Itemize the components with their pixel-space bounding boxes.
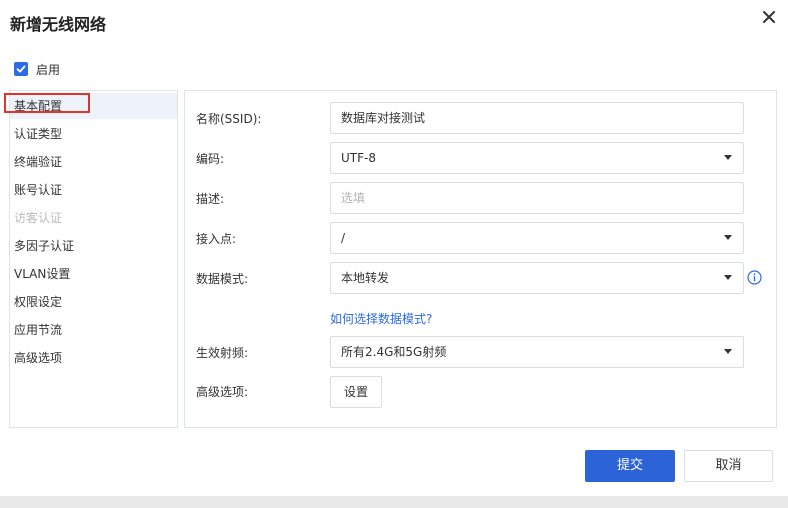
close-button[interactable] (758, 6, 780, 28)
sidebar-item-auth-type[interactable]: 认证类型 (10, 121, 177, 147)
sidebar-item-label: VLAN设置 (14, 267, 71, 281)
submit-button[interactable]: 提交 (585, 450, 675, 482)
sidebar-item-guest-auth: 访客认证 (10, 205, 177, 231)
sidebar-item-account-auth[interactable]: 账号认证 (10, 177, 177, 203)
caret-down-icon (724, 275, 732, 280)
radio-select[interactable]: 所有2.4G和5G射频 (330, 336, 744, 368)
dialog-bottom-strip (0, 496, 788, 508)
sidebar-item-label: 访客认证 (14, 211, 63, 225)
description-label: 描述: (196, 192, 225, 206)
ssid-input[interactable]: 数据库对接测试 (330, 102, 744, 134)
sidebar-item-mfa[interactable]: 多因子认证 (10, 233, 177, 259)
encoding-value: UTF-8 (341, 151, 376, 165)
sidebar-item-label: 权限设定 (14, 295, 63, 309)
radio-value: 所有2.4G和5G射频 (341, 345, 447, 359)
sidebar-item-label: 账号认证 (14, 183, 63, 197)
sidebar-item-label: 基本配置 (14, 99, 63, 113)
sidebar-item-terminal-verify[interactable]: 终端验证 (10, 149, 177, 175)
data-mode-value: 本地转发 (341, 271, 390, 285)
cancel-button[interactable]: 取消 (684, 450, 773, 482)
ssid-label: 名称(SSID): (196, 112, 262, 126)
checkmark-icon (16, 65, 26, 73)
info-icon[interactable] (747, 270, 762, 285)
sidebar-item-label: 高级选项 (14, 351, 63, 365)
caret-down-icon (724, 235, 732, 240)
encoding-label: 编码: (196, 152, 225, 166)
sidebar-item-basic-config[interactable]: 基本配置 (4, 93, 177, 119)
enable-toggle[interactable]: 启用 (14, 60, 60, 78)
sidebar-item-label: 应用节流 (14, 323, 63, 337)
sidebar-item-label: 终端验证 (14, 155, 63, 169)
access-point-value: / (341, 231, 346, 245)
dialog-title: 新增无线网络 (10, 15, 107, 34)
sidebar-item-vlan[interactable]: VLAN设置 (10, 261, 177, 287)
encoding-select[interactable]: UTF-8 (330, 142, 744, 174)
sidebar-item-label: 多因子认证 (14, 239, 75, 253)
caret-down-icon (724, 349, 732, 354)
advanced-options-label: 高级选项: (196, 385, 249, 399)
data-mode-select[interactable]: 本地转发 (330, 262, 744, 294)
access-point-select[interactable]: / (330, 222, 744, 254)
settings-sidebar: 基本配置 认证类型 终端验证 账号认证 访客认证 多因子认证 VLAN设置 权限… (4, 90, 178, 428)
enable-checkbox[interactable] (14, 62, 28, 76)
access-point-label: 接入点: (196, 232, 237, 246)
enable-label: 启用 (36, 62, 61, 77)
basic-config-panel: 名称(SSID): 数据库对接测试 编码: UTF-8 描述: 选填 接入点: … (184, 90, 777, 428)
sidebar-item-permissions[interactable]: 权限设定 (10, 289, 177, 315)
sidebar-item-advanced[interactable]: 高级选项 (10, 345, 177, 371)
settings-button[interactable]: 设置 (330, 376, 382, 408)
data-mode-label: 数据模式: (196, 272, 249, 286)
caret-down-icon (724, 155, 732, 160)
radio-label: 生效射频: (196, 346, 249, 360)
sidebar-item-label: 认证类型 (14, 127, 63, 141)
add-wireless-network-dialog: 新增无线网络 启用 基本配置 认证类型 终端验证 账号认证 访客认证 多因子认证… (0, 0, 788, 496)
data-mode-help-link[interactable]: 如何选择数据模式? (330, 310, 432, 327)
sidebar-item-app-throttle[interactable]: 应用节流 (10, 317, 177, 343)
close-icon (763, 11, 775, 23)
description-input[interactable]: 选填 (330, 182, 744, 214)
